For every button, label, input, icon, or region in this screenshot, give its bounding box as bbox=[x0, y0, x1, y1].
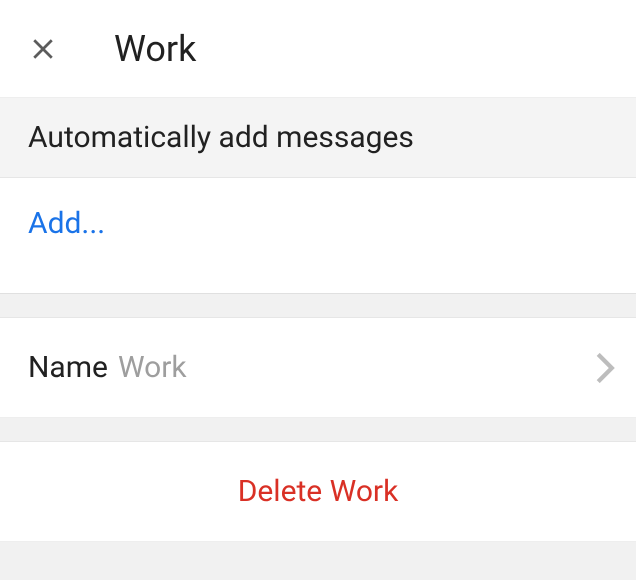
add-rule-row[interactable]: Add... bbox=[0, 178, 636, 294]
name-value: Work bbox=[118, 350, 594, 385]
section-divider bbox=[0, 418, 636, 442]
header-bar: Work bbox=[0, 0, 636, 98]
section-divider bbox=[0, 294, 636, 318]
delete-button[interactable]: Delete Work bbox=[0, 442, 636, 542]
name-row[interactable]: Name Work bbox=[0, 318, 636, 418]
page-title: Work bbox=[114, 28, 196, 70]
delete-label: Delete Work bbox=[238, 474, 399, 509]
section-auto-add-header: Automatically add messages bbox=[0, 98, 636, 178]
chevron-right-icon bbox=[594, 351, 616, 385]
close-icon[interactable] bbox=[28, 34, 58, 64]
name-label: Name bbox=[28, 350, 108, 385]
add-link-label: Add... bbox=[28, 206, 105, 241]
